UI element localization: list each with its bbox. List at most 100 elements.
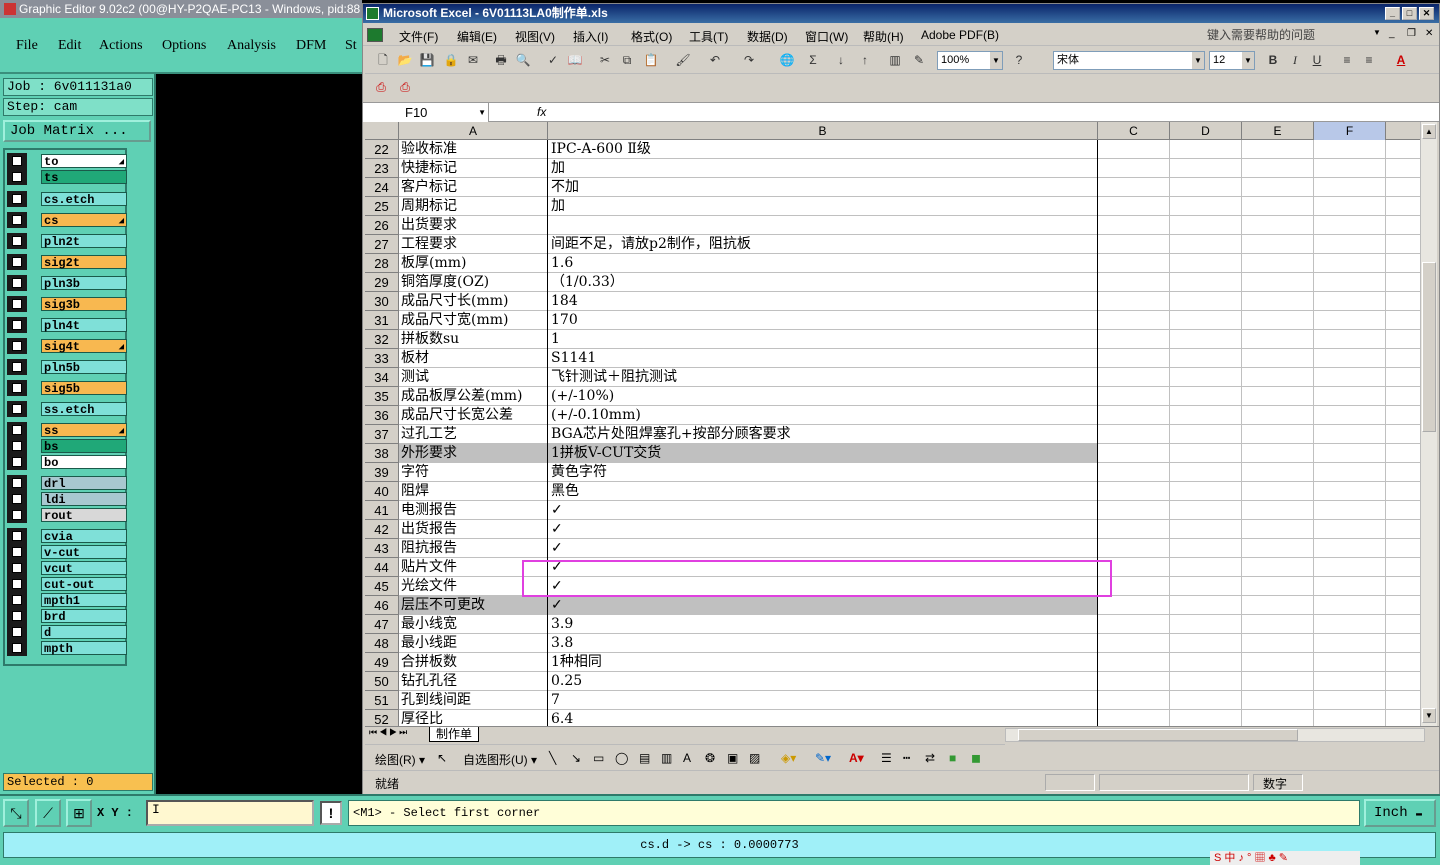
- bold-icon[interactable]: B: [1265, 52, 1281, 68]
- cell-empty[interactable]: [1314, 159, 1386, 178]
- cell-empty[interactable]: [1314, 463, 1386, 482]
- menu-analysis[interactable]: Analysis: [227, 38, 276, 54]
- layer-name[interactable]: vcut: [41, 561, 127, 576]
- layer-checkbox[interactable]: [12, 627, 22, 637]
- layer-name[interactable]: pln5b: [41, 360, 127, 375]
- zoom-select[interactable]: 100% ▼: [937, 51, 1003, 70]
- row-header[interactable]: 45: [365, 577, 399, 596]
- permission-icon[interactable]: 🔒: [443, 52, 459, 68]
- cell-a[interactable]: 铜箔厚度(OZ): [399, 273, 548, 292]
- cell-empty[interactable]: [1386, 387, 1420, 406]
- cell-empty[interactable]: [1170, 539, 1242, 558]
- cell-empty[interactable]: [1242, 197, 1314, 216]
- cell-b[interactable]: (+/-10%): [548, 387, 1098, 406]
- save-icon[interactable]: 💾: [419, 52, 435, 68]
- cell-empty[interactable]: [1170, 330, 1242, 349]
- cell-b[interactable]: IPC-A-600 Ⅱ级: [548, 140, 1098, 159]
- workbook-icon[interactable]: [367, 28, 383, 42]
- menu-edit[interactable]: 编辑(E): [457, 28, 497, 45]
- cell-empty[interactable]: [1386, 577, 1420, 596]
- layer-name[interactable]: ts: [41, 170, 127, 185]
- column-header-b[interactable]: B: [548, 122, 1098, 140]
- layer-row-pln4t[interactable]: pln4t: [7, 317, 127, 333]
- cell-a[interactable]: 测试: [399, 368, 548, 387]
- menu-st[interactable]: St: [345, 38, 357, 54]
- row-header[interactable]: 41: [365, 501, 399, 520]
- row-header[interactable]: 40: [365, 482, 399, 501]
- cell-b[interactable]: 3.9: [548, 615, 1098, 634]
- cell-empty[interactable]: [1170, 463, 1242, 482]
- cell-empty[interactable]: [1314, 691, 1386, 710]
- exclamation-button[interactable]: !: [320, 801, 342, 825]
- layer-name[interactable]: v-cut: [41, 545, 127, 560]
- layer-checkbox[interactable]: [12, 595, 22, 605]
- cell-empty[interactable]: [1098, 672, 1170, 691]
- row-header[interactable]: 24: [365, 178, 399, 197]
- column-header-a[interactable]: A: [399, 122, 548, 140]
- help-search-input[interactable]: 键入需要帮助的问题: [1207, 26, 1379, 44]
- cell-b[interactable]: (+/-0.10mm): [548, 406, 1098, 425]
- cell-empty[interactable]: [1314, 539, 1386, 558]
- layer-name[interactable]: sig3b: [41, 297, 127, 312]
- font-size-select[interactable]: 12 ▼: [1209, 51, 1255, 70]
- row-header[interactable]: 50: [365, 672, 399, 691]
- layer-row-bo[interactable]: bo: [7, 454, 127, 470]
- row-header[interactable]: 23: [365, 159, 399, 178]
- layer-name[interactable]: cs.etch: [41, 192, 127, 207]
- cell-empty[interactable]: [1170, 558, 1242, 577]
- cell-empty[interactable]: [1242, 577, 1314, 596]
- cell-a[interactable]: 字符: [399, 463, 548, 482]
- line-icon[interactable]: ╲: [549, 751, 556, 765]
- cell-empty[interactable]: [1386, 425, 1420, 444]
- format-painter-icon[interactable]: 🖌: [675, 52, 691, 68]
- cell-empty[interactable]: [1242, 235, 1314, 254]
- layer-checkbox[interactable]: [12, 236, 22, 246]
- oval-icon[interactable]: ◯: [615, 751, 628, 765]
- row-header[interactable]: 48: [365, 634, 399, 653]
- cell-empty[interactable]: [1386, 349, 1420, 368]
- cell-b[interactable]: 加: [548, 159, 1098, 178]
- cell-a[interactable]: 周期标记: [399, 197, 548, 216]
- cell-empty[interactable]: [1386, 653, 1420, 672]
- line-color-icon[interactable]: ✎▾: [815, 751, 831, 765]
- cell-empty[interactable]: [1098, 482, 1170, 501]
- cell-b[interactable]: ✓: [548, 520, 1098, 539]
- cell-empty[interactable]: [1314, 235, 1386, 254]
- layer-checkbox[interactable]: [12, 341, 22, 351]
- cell-a[interactable]: 拼板数su: [399, 330, 548, 349]
- row-header[interactable]: 37: [365, 425, 399, 444]
- cell-empty[interactable]: [1242, 463, 1314, 482]
- cell-empty[interactable]: [1098, 634, 1170, 653]
- dash-style-icon[interactable]: ┅: [903, 751, 910, 765]
- layer-row-d[interactable]: d: [7, 624, 127, 640]
- ge-title-bar[interactable]: Graphic Editor 9.02c2 (00@HY-P2QAE-PC13 …: [0, 0, 362, 18]
- layer-name[interactable]: mpth: [41, 641, 127, 656]
- menu-dfm[interactable]: DFM: [296, 38, 326, 54]
- cell-empty[interactable]: [1170, 615, 1242, 634]
- cell-empty[interactable]: [1242, 216, 1314, 235]
- cell-empty[interactable]: [1386, 178, 1420, 197]
- layer-row-sig5b[interactable]: sig5b: [7, 380, 127, 396]
- vertical-textbox-icon[interactable]: ▥: [661, 751, 672, 765]
- cell-empty[interactable]: [1170, 710, 1242, 726]
- cell-a[interactable]: 出货报告: [399, 520, 548, 539]
- cell-a[interactable]: 外形要求: [399, 444, 548, 463]
- row-header[interactable]: 25: [365, 197, 399, 216]
- menu-window[interactable]: 窗口(W): [805, 28, 848, 45]
- layer-checkbox[interactable]: [12, 563, 22, 573]
- layer-name[interactable]: pln4t: [41, 318, 127, 333]
- diagram-icon[interactable]: ❂: [705, 751, 715, 765]
- cell-b[interactable]: 间距不足，请放p2制作，阻抗板: [548, 235, 1098, 254]
- layer-checkbox[interactable]: [12, 278, 22, 288]
- sort-descending-icon[interactable]: ↑: [857, 52, 873, 68]
- spelling-icon[interactable]: ✓: [545, 52, 561, 68]
- cell-empty[interactable]: [1314, 197, 1386, 216]
- cell-empty[interactable]: [1314, 653, 1386, 672]
- layer-row-ldi[interactable]: ldi: [7, 491, 127, 507]
- cell-empty[interactable]: [1170, 368, 1242, 387]
- cell-empty[interactable]: [1386, 596, 1420, 615]
- layer-checkbox[interactable]: [12, 547, 22, 557]
- cell-empty[interactable]: [1170, 387, 1242, 406]
- align-center-icon[interactable]: ≡: [1361, 52, 1377, 68]
- cell-empty[interactable]: [1314, 615, 1386, 634]
